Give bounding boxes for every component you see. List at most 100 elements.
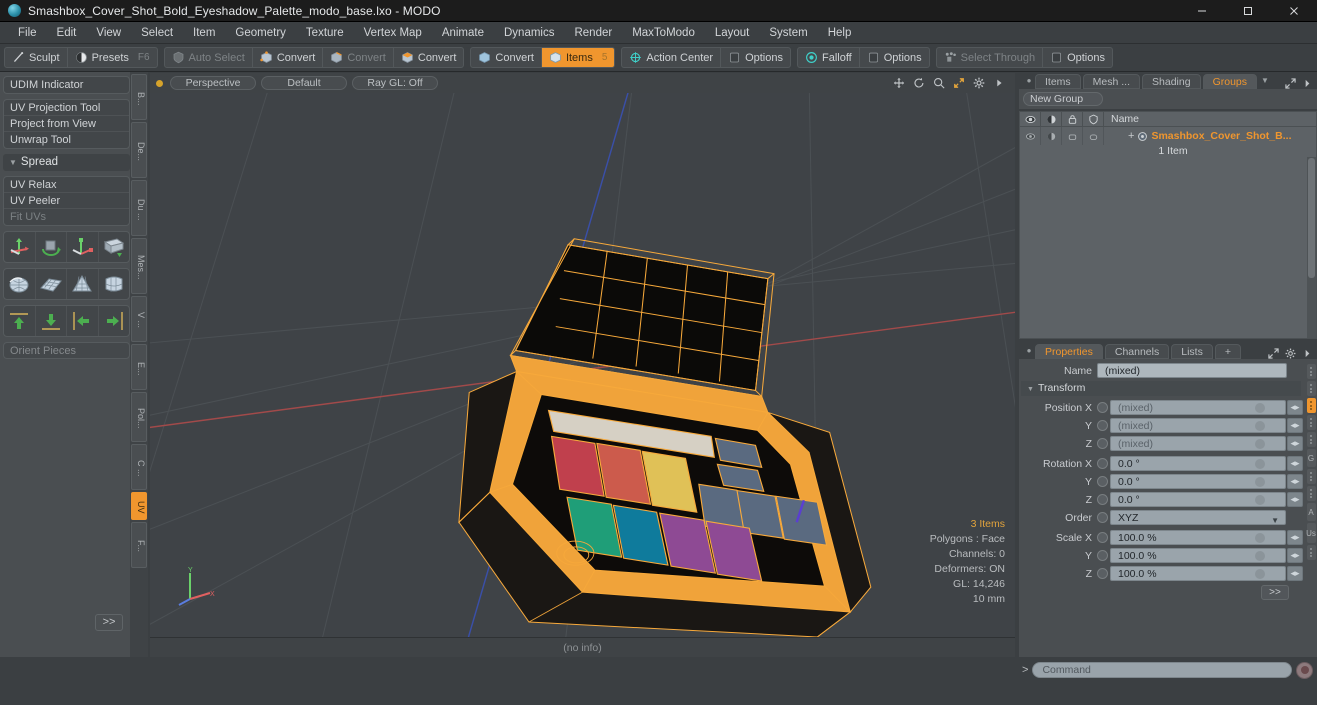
gutter-tab-8[interactable] <box>1306 486 1316 501</box>
position-x-channel-dot[interactable] <box>1097 402 1108 413</box>
maximize-icon[interactable] <box>1225 0 1271 22</box>
menu-item-texture[interactable]: Texture <box>296 22 354 44</box>
rotation-y-stepper[interactable]: ◂▸ <box>1287 474 1303 489</box>
view-mode-button[interactable]: Perspective <box>170 76 256 90</box>
item-list-scrollbar[interactable] <box>1307 157 1316 338</box>
menu-item-file[interactable]: File <box>8 22 47 44</box>
order-dropdown[interactable]: XYZ ▼ <box>1110 510 1286 525</box>
properties-gear-icon[interactable] <box>1285 348 1296 359</box>
presets-button[interactable]: Presets F6 <box>68 48 157 67</box>
scale-y-channel-dot[interactable] <box>1097 550 1108 561</box>
properties-tabbar-caret-icon[interactable]: ● <box>1023 343 1035 359</box>
menu-item-geometry[interactable]: Geometry <box>225 22 296 44</box>
rotation-z-input[interactable]: 0.0 ° <box>1110 492 1286 507</box>
expand-icon[interactable]: + <box>1128 130 1134 142</box>
zoom-icon[interactable] <box>933 77 945 89</box>
position-x-input[interactable]: (mixed) <box>1110 400 1286 415</box>
rotation-y-channel-dot[interactable] <box>1097 476 1108 487</box>
unwrap-tool-button[interactable]: Unwrap Tool <box>4 132 129 148</box>
rotate-icon[interactable] <box>913 77 925 89</box>
shading-mode-button[interactable]: Default <box>261 76 347 90</box>
position-z-input[interactable]: (mixed) <box>1110 436 1286 451</box>
eyeshadow-palette-model[interactable] <box>150 93 1015 637</box>
row-lock-toggle[interactable] <box>1062 127 1083 145</box>
name-input[interactable]: (mixed) <box>1097 363 1287 378</box>
menu-item-select[interactable]: Select <box>131 22 183 44</box>
rotation-x-channel-dot[interactable] <box>1097 458 1108 469</box>
row-render-toggle[interactable] <box>1041 127 1062 145</box>
scale-z-input[interactable]: 100.0 % <box>1110 566 1286 581</box>
raygl-toggle-button[interactable]: Ray GL: Off <box>352 76 438 90</box>
rotation-z-channel-dot[interactable] <box>1097 494 1108 505</box>
left-panel-more-button[interactable]: >> <box>95 614 123 631</box>
uv-peeler-button[interactable]: UV Peeler <box>4 193 129 209</box>
position-x-stepper[interactable]: ◂▸ <box>1287 400 1303 415</box>
tab-properties[interactable]: Properties <box>1035 344 1103 359</box>
close-icon[interactable] <box>1271 0 1317 22</box>
menu-item-vertex-map[interactable]: Vertex Map <box>354 22 432 44</box>
convert-material-button[interactable]: Convert <box>471 48 542 67</box>
menu-item-help[interactable]: Help <box>818 22 862 44</box>
menu-item-layout[interactable]: Layout <box>705 22 760 44</box>
tab-add[interactable]: + <box>1214 344 1241 359</box>
position-y-knob[interactable] <box>1255 421 1265 431</box>
command-input[interactable]: Command <box>1032 662 1292 678</box>
position-y-input[interactable]: (mixed) <box>1110 418 1286 433</box>
uv-cylinder-icon[interactable] <box>99 269 130 299</box>
vtab-duplicate[interactable]: Du ... <box>131 180 147 236</box>
uv-projection-tool-button[interactable]: UV Projection Tool <box>4 100 129 116</box>
items-mode-button[interactable]: Items 5 <box>541 48 615 67</box>
position-z-channel-dot[interactable] <box>1097 438 1108 449</box>
menu-item-edit[interactable]: Edit <box>47 22 87 44</box>
select-through-options-button[interactable]: Options <box>1043 48 1112 67</box>
action-center-options-button[interactable]: Options <box>721 48 790 67</box>
pan-icon[interactable] <box>893 77 905 89</box>
table-row[interactable]: + Smashbox_Cover_Shot_B... <box>1020 127 1316 145</box>
menu-item-dynamics[interactable]: Dynamics <box>494 22 564 44</box>
gutter-tab-11[interactable] <box>1306 545 1316 560</box>
new-group-button[interactable]: New Group <box>1023 92 1103 106</box>
align-down-icon[interactable] <box>36 306 67 336</box>
scale-z-stepper[interactable]: ◂▸ <box>1287 566 1303 581</box>
gutter-tab-4[interactable] <box>1306 415 1316 430</box>
render-icon[interactable] <box>1041 112 1062 127</box>
tab-groups[interactable]: Groups <box>1202 74 1258 89</box>
scale-y-stepper[interactable]: ◂▸ <box>1287 548 1303 563</box>
menu-item-animate[interactable]: Animate <box>432 22 494 44</box>
action-center-button[interactable]: Action Center <box>622 48 722 67</box>
properties-more-button[interactable]: >> <box>1261 585 1289 600</box>
fit-icon[interactable] <box>953 77 965 89</box>
uv-sphere-icon[interactable] <box>4 269 36 299</box>
scrollbar-thumb[interactable] <box>1308 158 1315 278</box>
uv-cone-icon[interactable] <box>67 269 99 299</box>
tab-mesh[interactable]: Mesh ... <box>1082 74 1141 89</box>
scale-x-channel-dot[interactable] <box>1097 532 1108 543</box>
properties-menu-icon[interactable] <box>1302 348 1313 359</box>
gutter-tab-7[interactable] <box>1306 469 1316 484</box>
eye-icon[interactable] <box>1020 112 1041 127</box>
menu-item-item[interactable]: Item <box>183 22 225 44</box>
scale-uv-icon[interactable] <box>67 232 99 262</box>
tab-shading[interactable]: Shading <box>1142 74 1201 89</box>
convert-vertex-button[interactable]: Convert <box>253 48 324 67</box>
udim-indicator-button[interactable]: UDIM Indicator <box>4 77 129 93</box>
gutter-tab-g[interactable]: G <box>1306 449 1316 467</box>
menu-item-maxtomodo[interactable]: MaxToModo <box>622 22 705 44</box>
viewport-indicator-dot[interactable] <box>156 79 163 87</box>
align-left-icon[interactable] <box>67 306 99 336</box>
falloff-options-button[interactable]: Options <box>860 48 929 67</box>
project-from-view-button[interactable]: Project from View <box>4 116 129 132</box>
command-caret-icon[interactable]: > <box>1022 664 1028 676</box>
vtab-command[interactable]: C ... <box>131 444 147 490</box>
menu-item-render[interactable]: Render <box>564 22 622 44</box>
chevron-right-icon[interactable] <box>993 77 1005 89</box>
vtab-basic[interactable]: B... <box>131 74 147 120</box>
tabbar-caret-icon[interactable]: ● <box>1023 73 1035 89</box>
align-right-icon[interactable] <box>99 306 130 336</box>
gutter-tab-a[interactable]: A <box>1306 503 1316 521</box>
vtab-mesh[interactable]: Mes... <box>131 238 147 294</box>
position-x-knob[interactable] <box>1255 403 1265 413</box>
expand-properties-icon[interactable] <box>1268 348 1279 359</box>
gutter-tab-2[interactable] <box>1306 381 1316 396</box>
orient-pieces-input[interactable]: Orient Pieces <box>3 342 130 359</box>
